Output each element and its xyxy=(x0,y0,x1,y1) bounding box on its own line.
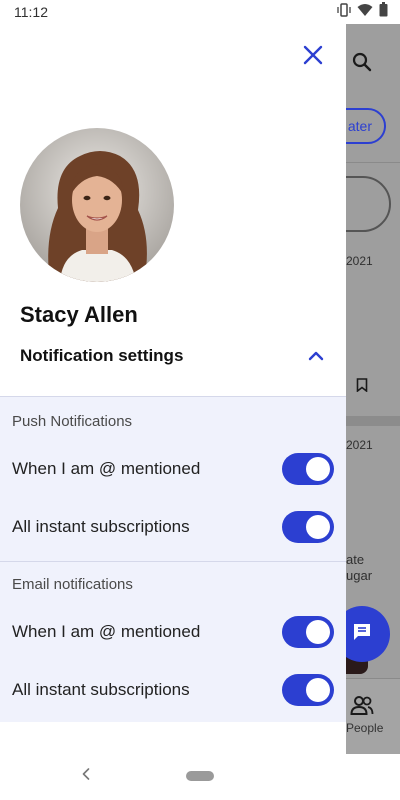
search-icon xyxy=(350,50,374,79)
email-subscriptions-toggle[interactable] xyxy=(282,674,334,706)
background-app: ater 2021 2021 ate ugar People xyxy=(346,24,400,754)
notification-settings-title: Notification settings xyxy=(20,346,184,365)
chevron-up-icon xyxy=(306,346,326,366)
system-back-button[interactable] xyxy=(78,766,94,786)
system-home-button[interactable] xyxy=(186,771,214,781)
background-text-line: ate xyxy=(346,552,365,567)
setting-label: All instant subscriptions xyxy=(12,680,190,699)
wifi-icon xyxy=(357,3,373,22)
setting-label: When I am @ mentioned xyxy=(12,459,201,478)
background-search-field xyxy=(346,176,391,232)
bookmark-icon xyxy=(356,378,368,397)
toggle-knob xyxy=(306,457,330,481)
setting-label: All instant subscriptions xyxy=(12,517,190,536)
avatar xyxy=(20,128,174,282)
background-card-gap xyxy=(346,416,400,426)
push-subscriptions-row: All instant subscriptions xyxy=(0,507,346,547)
background-divider xyxy=(346,162,400,163)
close-icon xyxy=(303,45,323,70)
background-card-text: ate ugar xyxy=(346,552,372,584)
push-subscriptions-toggle[interactable] xyxy=(282,511,334,543)
people-icon xyxy=(350,695,374,722)
background-pill-label: ater xyxy=(347,118,372,134)
status-time: 11:12 xyxy=(14,4,48,20)
status-icons xyxy=(337,2,388,22)
notification-settings-toggle[interactable]: Notification settings xyxy=(20,344,326,368)
toggle-knob xyxy=(306,678,330,702)
push-mention-row: When I am @ mentioned xyxy=(0,449,346,489)
background-chat-fab xyxy=(346,606,390,662)
background-text-line: ugar xyxy=(346,568,373,583)
background-date: 2021 xyxy=(346,438,373,452)
profile-drawer: Stacy Allen Notification settings Push N… xyxy=(0,24,346,754)
chat-icon xyxy=(351,621,373,648)
notification-settings-panel: Push Notifications When I am @ mentioned… xyxy=(0,396,346,722)
vibrate-icon xyxy=(337,2,351,22)
background-date: 2021 xyxy=(346,254,373,268)
email-mention-toggle[interactable] xyxy=(282,616,334,648)
email-mention-row: When I am @ mentioned xyxy=(0,612,346,652)
push-mention-toggle[interactable] xyxy=(282,453,334,485)
close-button[interactable] xyxy=(300,44,326,70)
back-icon xyxy=(82,767,90,785)
user-name: Stacy Allen xyxy=(20,302,138,327)
background-bottom-nav: People xyxy=(346,678,400,754)
section-divider xyxy=(0,561,346,562)
status-bar: 11:12 xyxy=(0,0,400,24)
email-subscriptions-row: All instant subscriptions xyxy=(0,670,346,710)
people-label: People xyxy=(346,721,384,735)
setting-label: When I am @ mentioned xyxy=(12,622,201,641)
email-notifications-heading: Email notifications xyxy=(12,576,133,593)
push-notifications-heading: Push Notifications xyxy=(12,413,133,430)
battery-icon xyxy=(379,2,388,22)
system-nav-bar xyxy=(0,754,400,800)
toggle-knob xyxy=(306,515,330,539)
toggle-knob xyxy=(306,620,330,644)
background-filter-pill: ater xyxy=(346,108,386,144)
